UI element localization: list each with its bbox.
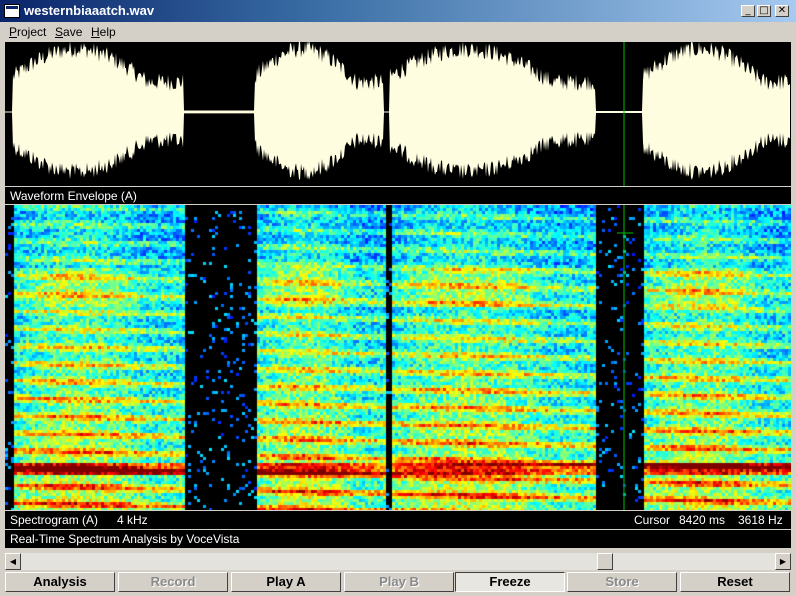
horizontal-scrollbar[interactable]: ◀ ▶ bbox=[5, 553, 791, 570]
menu-save[interactable]: Save bbox=[55, 25, 82, 39]
analysis-button[interactable]: Analysis bbox=[5, 572, 115, 592]
spectrogram-label-bar: Spectrogram (A) 4 kHz Cursor 8420 ms 361… bbox=[5, 510, 791, 529]
waveform-envelope-plot bbox=[5, 42, 790, 186]
cursor-overlay bbox=[617, 205, 633, 510]
reset-button[interactable]: Reset bbox=[680, 572, 790, 592]
close-button[interactable]: ✕ bbox=[775, 5, 789, 17]
menu-project[interactable]: Project bbox=[9, 25, 46, 39]
arrow-left-icon[interactable]: ◀ bbox=[5, 553, 21, 570]
minimize-button[interactable]: _ bbox=[741, 5, 755, 17]
menu-help[interactable]: Help bbox=[91, 25, 116, 39]
cursor-frequency: 3618 Hz bbox=[738, 513, 783, 527]
spectrogram-label: Spectrogram (A) bbox=[10, 513, 99, 527]
app-icon[interactable] bbox=[4, 4, 20, 18]
status-bar: Real-Time Spectrum Analysis by VoceVista bbox=[5, 529, 791, 548]
scroll-thumb[interactable] bbox=[597, 553, 613, 570]
record-button[interactable]: Record bbox=[118, 572, 228, 592]
maximize-button[interactable]: □ bbox=[757, 5, 771, 17]
spectrogram-panel[interactable] bbox=[5, 205, 791, 510]
store-button[interactable]: Store bbox=[567, 572, 677, 592]
status-text: Real-Time Spectrum Analysis by VoceVista bbox=[10, 532, 240, 546]
cursor-label: Cursor bbox=[634, 513, 671, 527]
arrow-right-icon[interactable]: ▶ bbox=[775, 553, 791, 570]
waveform-envelope-panel[interactable] bbox=[5, 42, 791, 186]
play-b-button[interactable]: Play B bbox=[344, 572, 454, 592]
play-a-button[interactable]: Play A bbox=[231, 572, 341, 592]
cursor-time: 8420 ms bbox=[679, 513, 726, 527]
window-title: westernbiaaatch.wav bbox=[24, 3, 155, 18]
title-bar: westernbiaaatch.wav _ □ ✕ bbox=[0, 0, 796, 22]
freeze-button[interactable]: Freeze bbox=[455, 572, 565, 592]
waveform-envelope-shape bbox=[5, 42, 790, 180]
waveform-label-bar: Waveform Envelope (A) bbox=[5, 186, 791, 204]
menu-bar: Project Save Help bbox=[0, 22, 796, 42]
waveform-label: Waveform Envelope (A) bbox=[10, 189, 137, 203]
spectrogram-range: 4 kHz bbox=[117, 513, 148, 527]
